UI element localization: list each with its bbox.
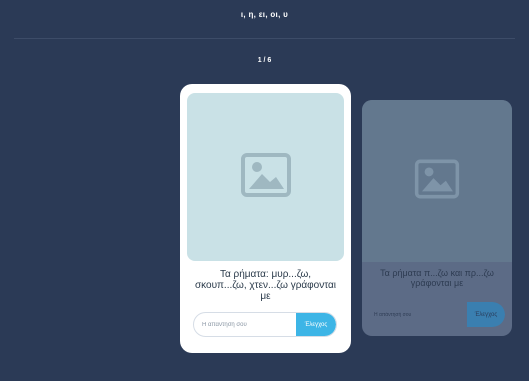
activity-title: ι, η, ει, οι, υ [240, 10, 289, 19]
next-answer-input [362, 302, 467, 327]
answer-row: Έλεγχος [193, 312, 337, 337]
card-image [187, 93, 344, 261]
question-text: Τα ρήματα: μυρ...ζω, σκουπ...ζω, χτεν...… [194, 269, 337, 302]
next-card[interactable]: Τα ρήματα π...ζω και πρ...ζω γράφονται μ… [362, 100, 512, 336]
next-check-button: Έλεγχος [467, 302, 505, 327]
current-card: Τα ρήματα: μυρ...ζω, σκουπ...ζω, χτεν...… [180, 84, 351, 353]
answer-input[interactable] [194, 313, 296, 336]
image-placeholder-icon [240, 152, 292, 203]
image-placeholder-icon [414, 158, 460, 205]
flashcard-stage: ι, η, ει, οι, υ 1 / 6 Τα ρήματα: μυρ...ζ… [0, 0, 529, 381]
card-counter: 1 / 6 [257, 57, 272, 64]
next-question-text: Τα ρήματα π...ζω και πρ...ζω γράφονται μ… [380, 268, 494, 288]
header-divider [14, 38, 515, 39]
check-button[interactable]: Έλεγχος [296, 313, 336, 336]
next-card-image [362, 100, 512, 262]
next-answer-row: Έλεγχος [362, 302, 505, 327]
